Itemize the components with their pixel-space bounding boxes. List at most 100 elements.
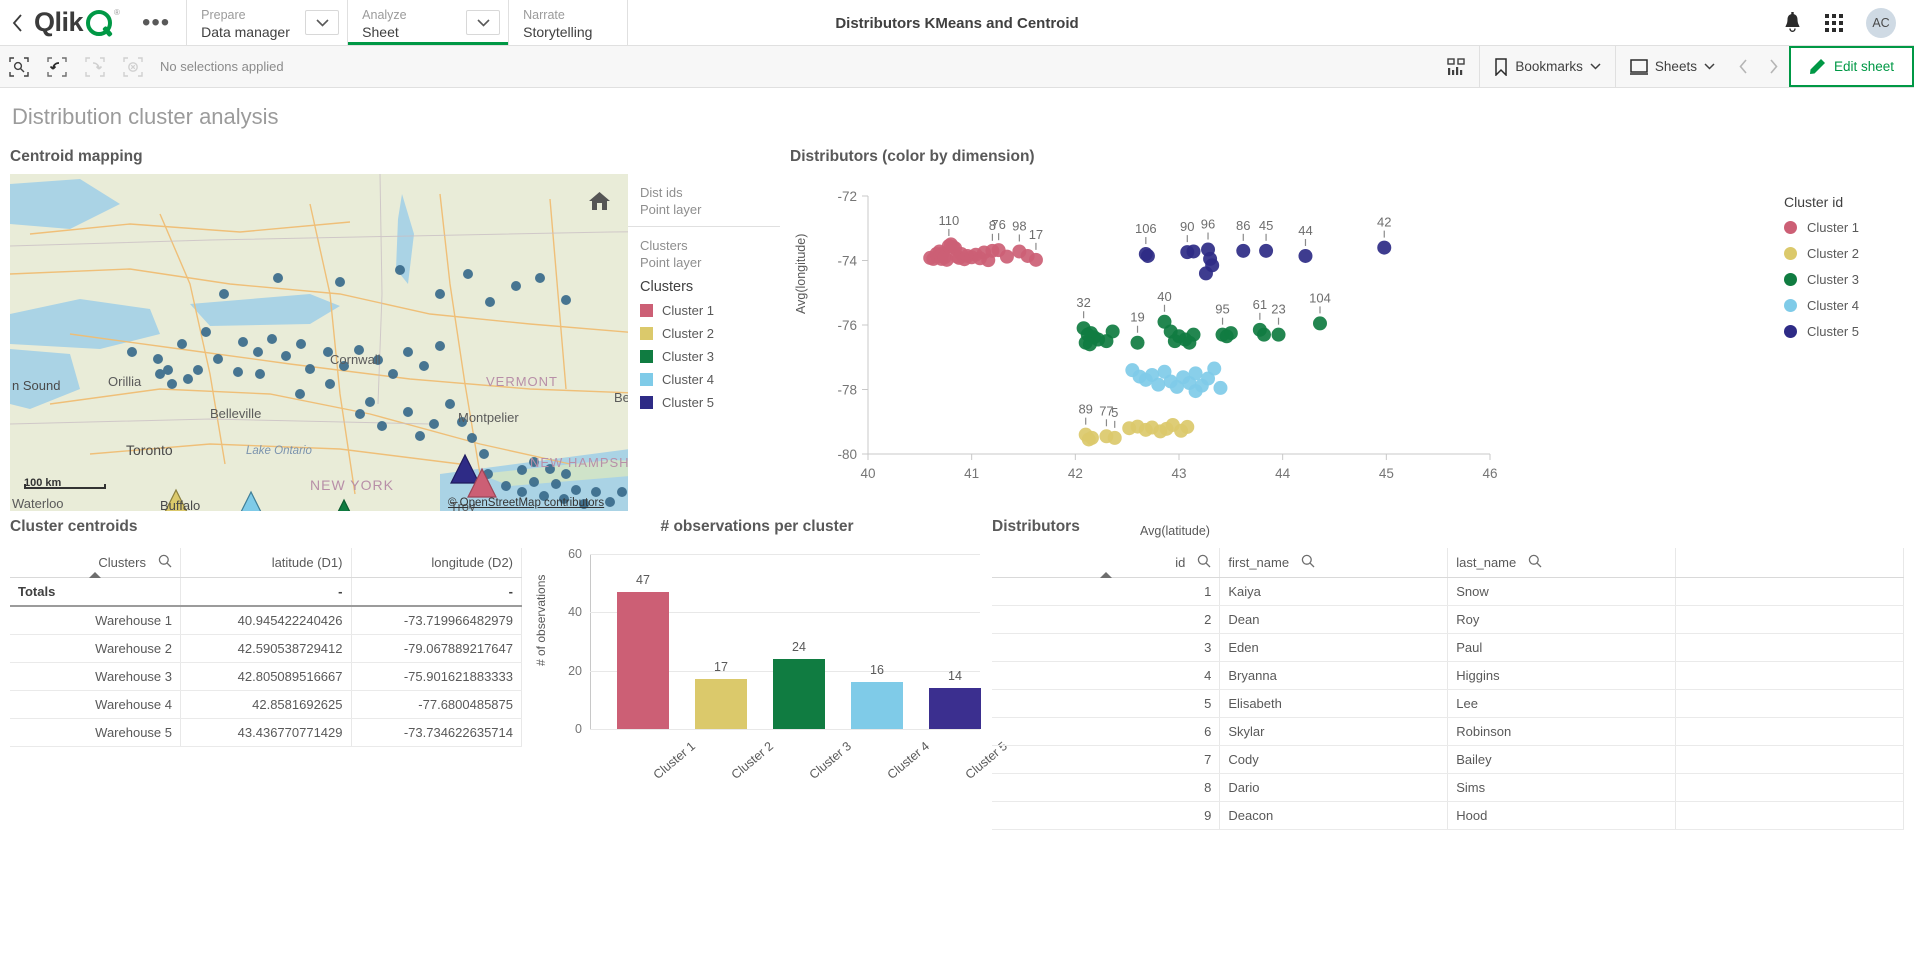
back-button[interactable] [0, 0, 34, 45]
map-legend-item[interactable]: Cluster 1 [640, 303, 768, 318]
bar[interactable] [851, 682, 903, 729]
table-row[interactable]: Warehouse 442.8581692625-77.6800485875 [10, 691, 522, 719]
table-cell[interactable] [1676, 746, 1904, 774]
table-cell[interactable] [1676, 606, 1904, 634]
search-icon[interactable] [158, 554, 172, 568]
qlik-logo[interactable]: Qlik ® [34, 0, 126, 45]
table-cell[interactable]: Warehouse 4 [10, 691, 181, 719]
clear-selections-icon[interactable] [114, 46, 152, 88]
table-cell[interactable]: Dario [1220, 774, 1448, 802]
table-cell[interactable]: -73.719966482979 [351, 606, 522, 635]
scatter-legend-item[interactable]: Cluster 3 [1784, 272, 1894, 287]
table-cell[interactable]: Lee [1448, 690, 1676, 718]
table-cell[interactable]: Kaiya [1220, 578, 1448, 606]
grid-apps-icon[interactable] [1824, 13, 1844, 33]
scatter-body[interactable]: Avg(longitude) -72-74-76-78-804041424344… [790, 174, 1904, 534]
table-cell[interactable]: Warehouse 1 [10, 606, 181, 635]
column-search-icon[interactable] [1528, 554, 1542, 571]
table-cell[interactable]: 42.8581692625 [181, 691, 352, 719]
table-cell[interactable] [1676, 690, 1904, 718]
table-cell[interactable]: 5 [992, 690, 1220, 718]
avatar[interactable]: AC [1866, 8, 1896, 38]
table-cell[interactable]: 43.436770771429 [181, 719, 352, 747]
scatter-series-cluster-3[interactable]: 321940956123104 [1076, 289, 1330, 352]
table-cell[interactable]: Warehouse 3 [10, 663, 181, 691]
column-search-icon[interactable] [1301, 554, 1315, 571]
table-row[interactable]: 9DeaconHood [992, 802, 1904, 830]
table-cell[interactable]: 2 [992, 606, 1220, 634]
scatter-series-cluster-1[interactable]: 1108769817 [923, 213, 1043, 267]
table-row[interactable]: 7CodyBailey [992, 746, 1904, 774]
table-cell[interactable] [1676, 718, 1904, 746]
nav-item-narrate[interactable]: Narrate Storytelling [509, 0, 627, 45]
scatter-series-cluster-2[interactable]: 89775 [1078, 402, 1194, 447]
table-cell[interactable]: 40.945422240426 [181, 606, 352, 635]
home-icon[interactable] [586, 188, 612, 214]
map-legend-item[interactable]: Cluster 2 [640, 326, 768, 341]
table-row[interactable]: 2DeanRoy [992, 606, 1904, 634]
table-row[interactable]: Warehouse 140.945422240426-73.7199664829… [10, 606, 522, 635]
bar[interactable] [773, 659, 825, 729]
map-legend-item[interactable]: Cluster 3 [640, 349, 768, 364]
prev-sheet-button[interactable] [1729, 46, 1759, 87]
scatter-plot-canvas[interactable]: -72-74-76-78-804041424344454611087698178… [790, 174, 1750, 504]
table-row[interactable]: Warehouse 342.805089516667-75.9016218833… [10, 663, 522, 691]
table-cell[interactable]: Higgins [1448, 662, 1676, 690]
table-cell[interactable]: 4 [992, 662, 1220, 690]
bar-chart-body[interactable]: # of observations 020406047Cluster 117Cl… [532, 546, 982, 776]
bar[interactable] [695, 679, 747, 729]
chart-view-button[interactable] [1433, 46, 1479, 87]
column-header-first_name[interactable]: first_name [1220, 548, 1448, 578]
table-cell[interactable]: 9 [992, 802, 1220, 830]
scatter-series-cluster-5[interactable]: 106909686454442 [1135, 215, 1392, 281]
table-cell[interactable]: 3 [992, 634, 1220, 662]
table-row[interactable]: 4BryannaHiggins [992, 662, 1904, 690]
bookmarks-button[interactable]: Bookmarks [1479, 46, 1615, 87]
column-header-clusters[interactable]: Clusters [10, 548, 181, 578]
table-cell[interactable]: Paul [1448, 634, 1676, 662]
ellipsis-icon[interactable]: ••• [126, 0, 186, 45]
table-cell[interactable]: Sims [1448, 774, 1676, 802]
table-cell[interactable]: Snow [1448, 578, 1676, 606]
scatter-legend-item[interactable]: Cluster 2 [1784, 246, 1894, 261]
search-icon[interactable] [1528, 554, 1542, 568]
column-header-last_name[interactable]: last_name [1448, 548, 1676, 578]
next-sheet-button[interactable] [1759, 46, 1789, 87]
table-row[interactable]: 6SkylarRobinson [992, 718, 1904, 746]
column-header-blank[interactable] [1676, 548, 1904, 578]
bell-icon[interactable] [1783, 12, 1802, 33]
table-cell[interactable] [1676, 802, 1904, 830]
bar-plot-area[interactable]: 020406047Cluster 117Cluster 224Cluster 3… [590, 554, 980, 729]
search-icon[interactable] [1301, 554, 1315, 568]
map-legend-item[interactable]: Cluster 4 [640, 372, 768, 387]
column-search-icon[interactable] [158, 554, 172, 571]
table-cell[interactable]: -75.901621883333 [351, 663, 522, 691]
nav-item-analyze[interactable]: Analyze Sheet [348, 0, 466, 45]
table-cell[interactable] [1676, 662, 1904, 690]
scatter-legend-item[interactable]: Cluster 1 [1784, 220, 1894, 235]
edit-sheet-button[interactable]: Edit sheet [1789, 46, 1914, 87]
table-row[interactable]: Warehouse 543.436770771429-73.7346226357… [10, 719, 522, 747]
table-cell[interactable] [1676, 774, 1904, 802]
table-cell[interactable]: Warehouse 5 [10, 719, 181, 747]
table-row[interactable]: Warehouse 242.590538729412-79.0678892176… [10, 635, 522, 663]
map-attribution-link[interactable]: © OpenStreetMap contributors [448, 497, 604, 509]
table-cell[interactable]: -73.734622635714 [351, 719, 522, 747]
column-header-latituded1[interactable]: latitude (D1) [181, 548, 352, 578]
table-cell[interactable]: 1 [992, 578, 1220, 606]
table-cell[interactable]: 8 [992, 774, 1220, 802]
table-cell[interactable]: 42.590538729412 [181, 635, 352, 663]
table-cell[interactable]: Hood [1448, 802, 1676, 830]
table-cell[interactable]: Robinson [1448, 718, 1676, 746]
step-back-icon[interactable] [38, 46, 76, 88]
table-cell[interactable]: Dean [1220, 606, 1448, 634]
table-cell[interactable]: Elisabeth [1220, 690, 1448, 718]
table-cell[interactable]: 7 [992, 746, 1220, 774]
sheets-button[interactable]: Sheets [1615, 46, 1729, 87]
table-row[interactable]: 3EdenPaul [992, 634, 1904, 662]
table-cell[interactable]: -79.067889217647 [351, 635, 522, 663]
table-cell[interactable]: Bailey [1448, 746, 1676, 774]
table-cell[interactable] [1676, 578, 1904, 606]
table-cell[interactable]: 42.805089516667 [181, 663, 352, 691]
table-cell[interactable]: Bryanna [1220, 662, 1448, 690]
